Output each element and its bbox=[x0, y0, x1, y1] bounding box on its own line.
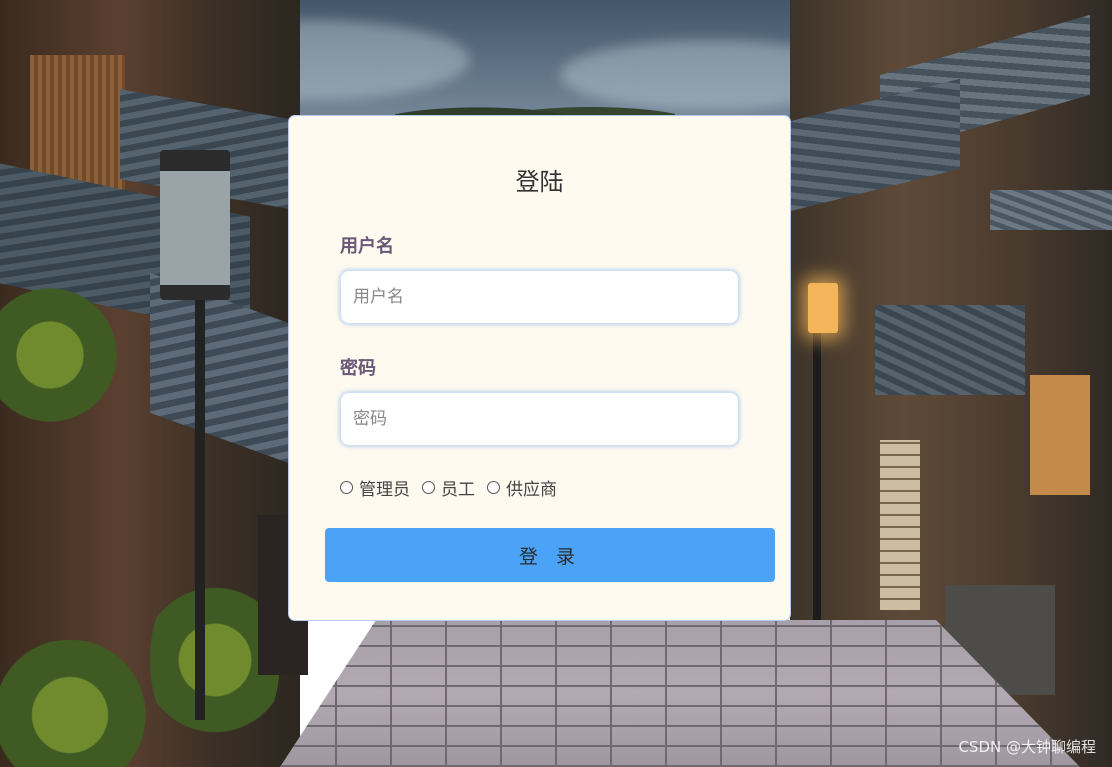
login-button[interactable]: 登 录 bbox=[325, 528, 775, 582]
lamp-post bbox=[195, 300, 205, 720]
street-lamp bbox=[160, 150, 230, 300]
watermark: CSDN @大钟聊编程 bbox=[958, 738, 1096, 756]
lit-wall bbox=[1030, 375, 1090, 495]
username-input[interactable] bbox=[340, 270, 739, 324]
radio-icon[interactable] bbox=[487, 480, 500, 494]
role-label: 供应商 bbox=[506, 479, 557, 500]
role-option-supplier[interactable]: 供应商 bbox=[487, 475, 557, 500]
role-selector: 管理员 员工 供应商 bbox=[340, 475, 557, 500]
lamp-post bbox=[813, 330, 821, 630]
password-input[interactable] bbox=[340, 392, 739, 446]
lantern bbox=[808, 283, 838, 333]
role-label: 员工 bbox=[441, 479, 475, 500]
roof bbox=[990, 190, 1112, 230]
radio-icon[interactable] bbox=[422, 480, 435, 494]
roof bbox=[875, 305, 1025, 395]
username-label: 用户名 bbox=[340, 236, 394, 257]
shoji-door bbox=[880, 440, 920, 610]
role-option-employee[interactable]: 员工 bbox=[422, 475, 475, 500]
radio-icon[interactable] bbox=[340, 480, 353, 494]
role-option-admin[interactable]: 管理员 bbox=[340, 475, 410, 500]
login-title: 登陆 bbox=[515, 168, 564, 196]
role-label: 管理员 bbox=[359, 479, 410, 500]
password-label: 密码 bbox=[340, 358, 376, 379]
login-card: 登陆 用户名 密码 管理员 员工 供应商 登 录 bbox=[289, 116, 790, 620]
